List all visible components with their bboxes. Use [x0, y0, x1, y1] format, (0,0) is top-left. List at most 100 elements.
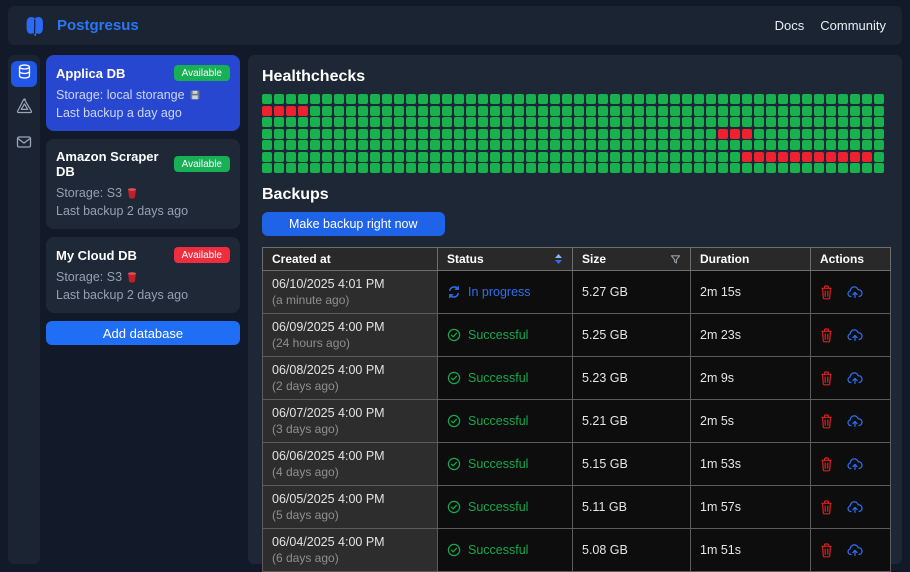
healthcheck-cell — [646, 151, 656, 162]
healthcheck-cell — [730, 140, 740, 150]
healthcheck-cell — [694, 128, 704, 139]
healthcheck-cell — [478, 94, 488, 104]
healthcheck-cell — [526, 117, 536, 127]
healthcheck-cell — [502, 94, 512, 104]
healthcheck-cell — [490, 128, 500, 139]
brand[interactable]: Postgresus — [24, 14, 139, 38]
nav-community[interactable]: Community — [820, 18, 886, 33]
healthcheck-cell — [298, 163, 308, 173]
filter-icon[interactable] — [670, 254, 681, 265]
healthcheck-cell — [358, 151, 368, 162]
delete-backup-icon[interactable] — [820, 456, 833, 472]
healthcheck-cell — [358, 163, 368, 173]
database-last-backup: Last backup 2 days ago — [56, 288, 189, 302]
healthcheck-cell — [490, 163, 500, 173]
healthcheck-cell — [406, 151, 416, 162]
healthcheck-cell — [694, 105, 704, 116]
healthcheck-cell — [394, 140, 404, 150]
healthcheck-cell — [682, 151, 692, 162]
download-backup-icon[interactable] — [847, 543, 864, 557]
healthcheck-cell — [454, 117, 464, 127]
col-header-status[interactable]: Status — [437, 247, 573, 271]
delete-backup-icon[interactable] — [820, 327, 833, 343]
make-backup-button[interactable]: Make backup right now — [262, 212, 445, 236]
rail-databases-button[interactable] — [11, 61, 37, 87]
healthcheck-cell — [466, 140, 476, 150]
main-panel: Healthchecks Backups Make backup right n… — [248, 55, 902, 572]
healthcheck-cell — [526, 105, 536, 116]
healthcheck-cell — [490, 94, 500, 104]
delete-backup-icon[interactable] — [820, 370, 833, 386]
healthcheck-cell — [754, 140, 764, 150]
healthcheck-cell — [634, 140, 644, 150]
healthcheck-cell — [322, 117, 332, 127]
healthcheck-cell — [334, 117, 344, 127]
healthcheck-cell — [574, 151, 584, 162]
download-backup-icon[interactable] — [847, 457, 864, 471]
healthcheck-cell — [874, 117, 884, 127]
healthcheck-cell — [562, 94, 572, 104]
add-database-button[interactable]: Add database — [46, 321, 240, 345]
healthcheck-cell — [394, 163, 404, 173]
healthcheck-cell — [310, 128, 320, 139]
healthcheck-cell — [814, 151, 824, 162]
healthcheck-cell — [538, 140, 548, 150]
healthcheck-cell — [418, 163, 428, 173]
created-at-cell: 06/09/2025 4:00 PM (24 hours ago) — [262, 313, 438, 357]
download-backup-icon[interactable] — [847, 371, 864, 385]
nav-docs[interactable]: Docs — [775, 18, 805, 33]
healthcheck-cell — [322, 105, 332, 116]
healthcheck-cell — [370, 163, 380, 173]
healthcheck-cell — [454, 151, 464, 162]
healthcheck-cell — [346, 105, 356, 116]
database-name: My Cloud DB — [56, 247, 137, 263]
database-name: Applica DB — [56, 65, 126, 81]
delete-backup-icon[interactable] — [820, 499, 833, 515]
healthcheck-cell — [346, 163, 356, 173]
col-header-size[interactable]: Size — [572, 247, 691, 271]
healthchecks-grid — [262, 94, 888, 173]
healthcheck-cell — [670, 151, 680, 162]
healthcheck-cell — [838, 163, 848, 173]
download-backup-icon[interactable] — [847, 500, 864, 514]
healthcheck-cell — [766, 105, 776, 116]
postgresus-logo-icon — [24, 14, 48, 38]
healthcheck-cell — [334, 163, 344, 173]
rail-notifications-button[interactable] — [11, 131, 37, 157]
healthcheck-cell — [538, 151, 548, 162]
delete-backup-icon[interactable] — [820, 284, 833, 300]
healthcheck-cell — [394, 105, 404, 116]
database-card[interactable]: My Cloud DB Available Storage: S3 Last b… — [46, 237, 240, 313]
healthcheck-cell — [370, 151, 380, 162]
database-card[interactable]: Applica DB Available Storage: local stor… — [46, 55, 240, 131]
created-at-cell: 06/04/2025 4:00 PM (6 days ago) — [262, 528, 438, 572]
download-backup-icon[interactable] — [847, 328, 864, 342]
download-backup-icon[interactable] — [847, 414, 864, 428]
healthcheck-cell — [622, 128, 632, 139]
healthcheck-cell — [694, 151, 704, 162]
database-card[interactable]: Amazon Scraper DB Available Storage: S3 … — [46, 139, 240, 229]
status-cell: Successful — [437, 485, 573, 529]
delete-backup-icon[interactable] — [820, 413, 833, 429]
healthcheck-cell — [346, 94, 356, 104]
healthcheck-cell — [502, 105, 512, 116]
sort-icon[interactable] — [554, 253, 563, 265]
created-at-cell: 06/10/2025 4:01 PM (a minute ago) — [262, 270, 438, 314]
rail-storage-button[interactable] — [11, 96, 37, 122]
database-storage: Storage: S3 — [56, 270, 230, 284]
healthcheck-cell — [658, 140, 668, 150]
healthcheck-cell — [322, 151, 332, 162]
healthcheck-cell — [694, 163, 704, 173]
healthcheck-cell — [562, 105, 572, 116]
healthcheck-cell — [682, 140, 692, 150]
healthcheck-cell — [670, 163, 680, 173]
healthcheck-cell — [718, 94, 728, 104]
download-backup-icon[interactable] — [847, 285, 864, 299]
healthcheck-cell — [394, 128, 404, 139]
healthcheck-cell — [670, 128, 680, 139]
delete-backup-icon[interactable] — [820, 542, 833, 558]
healthcheck-cell — [598, 140, 608, 150]
healthcheck-cell — [322, 163, 332, 173]
healthcheck-cell — [298, 105, 308, 116]
healthcheck-cell — [310, 117, 320, 127]
